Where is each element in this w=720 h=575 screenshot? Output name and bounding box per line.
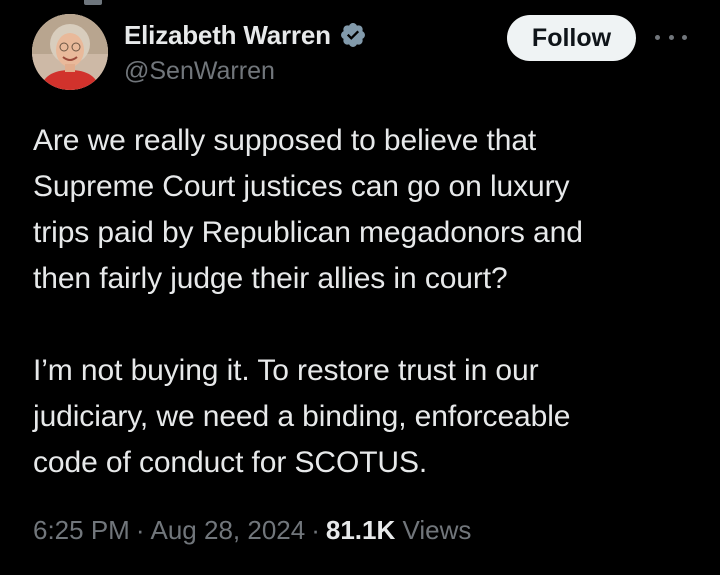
dot-icon: [655, 34, 660, 40]
meta-separator: ·: [135, 515, 145, 545]
tweet-date[interactable]: Aug 28, 2024: [151, 515, 306, 545]
author-name-row: Elizabeth Warren: [124, 18, 367, 52]
tweet-paragraph-2: I’m not buying it. To restore trust in o…: [33, 354, 571, 479]
verified-badge-icon[interactable]: [339, 21, 367, 49]
avatar[interactable]: [32, 14, 108, 90]
dot-icon: [682, 34, 687, 40]
author-handle[interactable]: @SenWarren: [124, 57, 275, 86]
more-options-icon[interactable]: [655, 25, 687, 49]
avatar-photo: [32, 14, 108, 90]
views-label: Views: [402, 515, 472, 545]
views-count: 81.1K: [325, 515, 396, 545]
tweet-paragraph-1: Are we really supposed to believe that S…: [33, 124, 583, 295]
dot-icon: [668, 34, 674, 40]
tweet-metadata: 6:25 PM · Aug 28, 2024 · 81.1K Views: [33, 515, 471, 546]
tweet-time[interactable]: 6:25 PM: [33, 515, 130, 545]
tweet-body: Are we really supposed to believe that S…: [33, 118, 693, 486]
scroll-edge-indicator: [84, 0, 102, 5]
meta-separator: ·: [311, 515, 320, 545]
author-display-name[interactable]: Elizabeth Warren: [124, 20, 331, 51]
follow-button[interactable]: Follow: [507, 15, 636, 61]
